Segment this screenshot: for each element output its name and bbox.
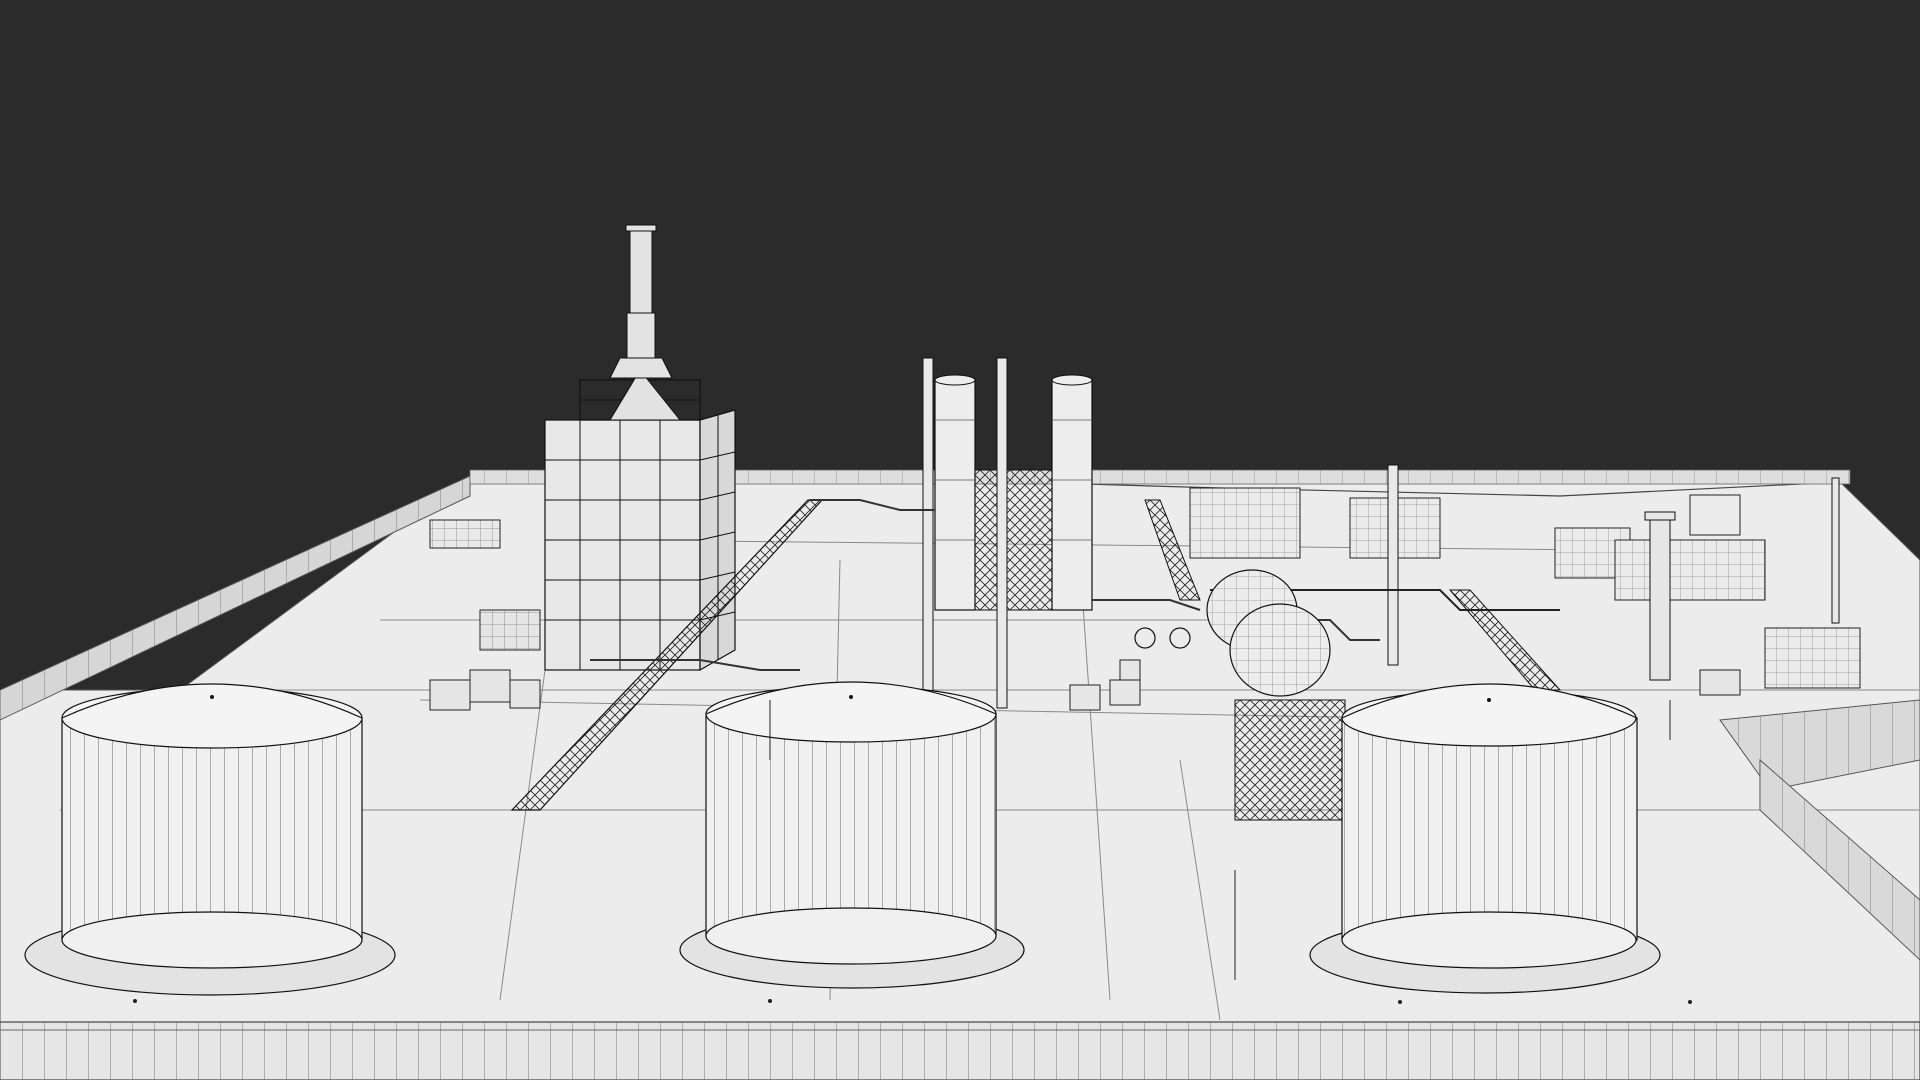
building-back-center: [1189, 487, 1301, 559]
vessel-manifold: [1234, 699, 1346, 821]
spherical-vessel-front[interactable]: [1229, 603, 1331, 697]
storage-tank-center[interactable]: [679, 681, 1025, 989]
flare-stack-3: [1387, 464, 1399, 666]
small-column-right: [1644, 511, 1676, 681]
flare-stack-4: [1831, 477, 1840, 624]
tower-stack: [609, 224, 673, 379]
reactor-column-right[interactable]: [1051, 374, 1093, 611]
flare-stack-2: [996, 357, 1008, 709]
reactor-structure-frame: [974, 469, 1053, 611]
storage-tank-left[interactable]: [24, 683, 396, 996]
flare-stack-1: [922, 357, 934, 699]
storage-tank-right[interactable]: [1309, 683, 1661, 994]
building-small-left-1: [429, 519, 501, 549]
perimeter-fence-front: [0, 1021, 1920, 1080]
reactor-column-left[interactable]: [934, 374, 976, 611]
refinery-wireframe-viewport[interactable]: [0, 0, 1920, 1080]
